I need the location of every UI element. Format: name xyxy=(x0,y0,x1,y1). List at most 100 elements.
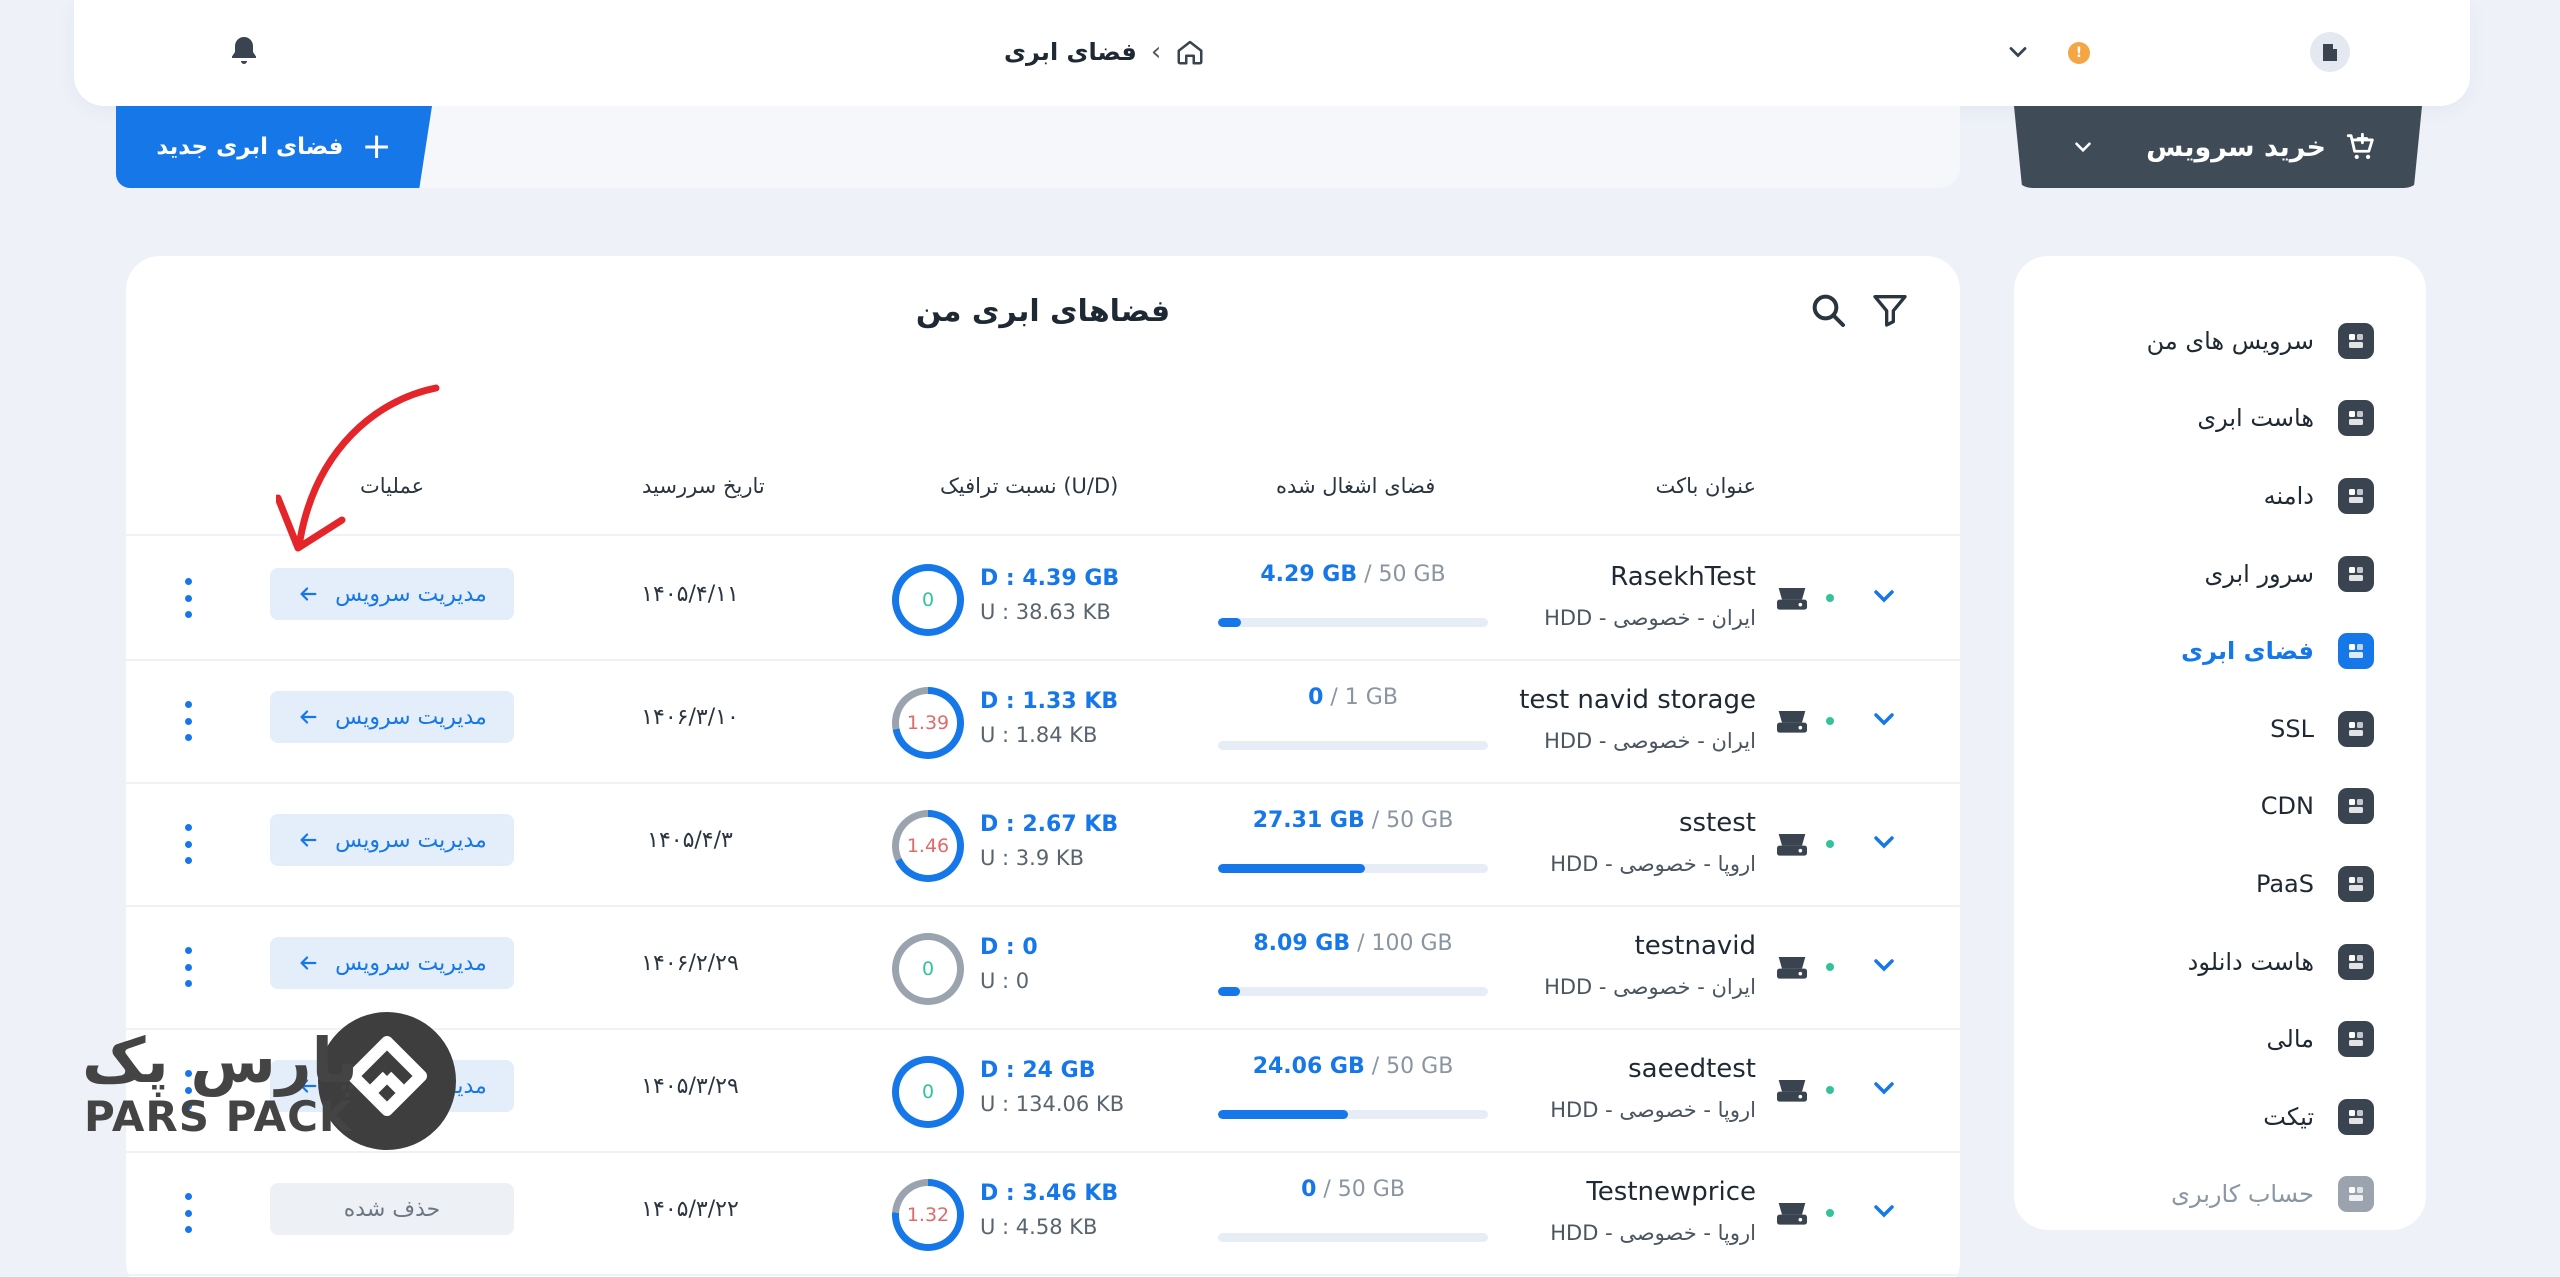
table-row: Testnewprice اروپا - خصوصی - HDD 0 / 50 GB… xyxy=(126,1153,1960,1276)
chevron-down-icon[interactable] xyxy=(1868,580,1900,612)
arrow-left-icon xyxy=(300,833,317,847)
manage-service-button[interactable]: مدیریت سرویس xyxy=(270,568,514,620)
bucket-name[interactable]: testnavid xyxy=(1635,931,1756,961)
sidebar-item-7[interactable]: CDN xyxy=(2014,768,2426,846)
bucket-name[interactable]: test navid storage xyxy=(1519,685,1756,715)
status-dot xyxy=(1826,963,1834,971)
breadcrumb-current[interactable]: فضای ابری xyxy=(1004,38,1137,66)
sidebar-item-label: سرور ابری xyxy=(2204,559,2314,588)
traffic-ratio-value: 1.32 xyxy=(899,1186,957,1244)
usage-used: 24.06 GB xyxy=(1252,1054,1365,1079)
breadcrumb: › فضای ابری xyxy=(1004,30,1205,74)
cloud-host-icon xyxy=(2338,400,2374,437)
bucket-details: اروپا - خصوصی - HDD xyxy=(1550,1221,1756,1245)
manage-service-button[interactable]: مدیریت سرویس xyxy=(270,691,514,743)
status-dot xyxy=(1826,1209,1834,1217)
usage-text: 0 / 1 GB xyxy=(1218,685,1488,710)
new-cloud-space-button[interactable]: + فضای ابری جدید xyxy=(116,106,432,188)
more-options-icon[interactable] xyxy=(180,947,196,987)
traffic-download: D : 24 GB xyxy=(980,1058,1096,1083)
sidebar-item-2[interactable]: هاست ابری xyxy=(2014,380,2426,458)
expiry-date: ۱۴۰۵/۴/۱۱ xyxy=(641,582,739,607)
expiry-date: ۱۴۰۵/۳/۲۹ xyxy=(641,1074,739,1099)
filter-icon[interactable] xyxy=(1870,290,1910,330)
server-icon xyxy=(2338,555,2374,592)
more-options-icon[interactable] xyxy=(180,824,196,864)
bucket-name[interactable]: saeedtest xyxy=(1628,1054,1756,1084)
domain-icon xyxy=(2338,477,2374,514)
more-options-icon[interactable] xyxy=(180,701,196,741)
manage-service-button[interactable]: مدیریت سرویس xyxy=(270,814,514,866)
bucket-details: ایران - خصوصی - HDD xyxy=(1544,606,1756,630)
usage-used: 0 xyxy=(1301,1177,1317,1202)
traffic-ratio-ring: 0 xyxy=(892,1056,964,1128)
usage-bar-fill xyxy=(1218,618,1242,627)
traffic-ratio-value: 1.46 xyxy=(899,817,957,875)
chevron-down-icon[interactable] xyxy=(2004,38,2032,66)
bucket-name[interactable]: RasekhTest xyxy=(1610,562,1756,592)
sidebar-item-6[interactable]: SSL xyxy=(2014,690,2426,768)
sidebar-item-12[interactable]: حساب کاربری xyxy=(2014,1156,2426,1234)
status-dot xyxy=(1826,594,1834,602)
sidebar-item-3[interactable]: دامنه xyxy=(2014,457,2426,535)
sidebar-item-10[interactable]: مالی xyxy=(2014,1000,2426,1078)
user-account-icon xyxy=(2338,1176,2374,1213)
more-options-icon[interactable] xyxy=(180,578,196,618)
sidebar-item-label: دامنه xyxy=(2263,481,2314,510)
status-dot xyxy=(1826,840,1834,848)
traffic-upload: U : 4.58 KB xyxy=(980,1215,1098,1239)
deleted-status-button: حذف شده xyxy=(270,1183,514,1235)
traffic-ratio-ring: 1.32 xyxy=(892,1179,964,1251)
top-bar: › فضای ابری ! xyxy=(74,0,2470,106)
sidebar-item-9[interactable]: هاست دانلود xyxy=(2014,923,2426,1001)
column-usage: فضای اشغال شده xyxy=(1276,474,1436,498)
annotation-arrow xyxy=(276,384,440,552)
column-traffic: نسبت ترافیک (U/D) xyxy=(940,474,1119,498)
bucket-name[interactable]: sstest xyxy=(1679,808,1756,838)
usage-used: 4.29 GB xyxy=(1260,562,1358,587)
account-area[interactable] xyxy=(2310,32,2350,72)
headset-icon xyxy=(2338,1098,2374,1135)
manage-service-label: مدیریت سرویس xyxy=(335,827,487,853)
usage-text: 4.29 GB / 50 GB xyxy=(1218,562,1488,587)
traffic-ratio-ring: 1.46 xyxy=(892,810,964,882)
sidebar-item-label: CDN xyxy=(2260,792,2314,821)
traffic-download: D : 0 xyxy=(980,935,1038,960)
more-options-icon[interactable] xyxy=(180,1193,196,1233)
traffic-ratio-ring: 1.39 xyxy=(892,687,964,759)
manage-service-label: مدیریت سرویس xyxy=(335,950,487,976)
table-row: sstest اروپا - خصوصی - HDD 27.31 GB / 50 G… xyxy=(126,784,1960,907)
breadcrumb-separator: › xyxy=(1150,37,1162,67)
storage-drive-icon xyxy=(1777,1080,1807,1102)
bucket-details: ایران - خصوصی - HDD xyxy=(1544,729,1756,753)
alert-badge[interactable]: ! xyxy=(2068,42,2090,64)
bell-icon[interactable] xyxy=(226,34,262,70)
status-dot xyxy=(1826,1086,1834,1094)
chevron-down-icon[interactable] xyxy=(1868,1072,1900,1104)
sidebar-item-8[interactable]: PaaS xyxy=(2014,845,2426,923)
sidebar-item-5[interactable]: فضای ابری xyxy=(2014,612,2426,690)
sidebar-item-11[interactable]: تیکت xyxy=(2014,1078,2426,1156)
chevron-down-icon[interactable] xyxy=(1868,1195,1900,1227)
sidebar-item-label: مالی xyxy=(2266,1025,2314,1054)
panel-title: فضاهای ابری من xyxy=(915,294,1171,329)
dashboard-icon xyxy=(2338,322,2374,359)
search-icon[interactable] xyxy=(1808,290,1848,330)
manage-service-label: مدیریت سرویس xyxy=(335,581,487,607)
sidebar-item-1[interactable]: سرویس های من xyxy=(2014,302,2426,380)
usage-bar xyxy=(1218,741,1488,750)
building-icon[interactable] xyxy=(2310,32,2350,72)
buy-service-button[interactable]: خرید سرویس xyxy=(2014,106,2422,188)
sidebar-item-4[interactable]: سرور ابری xyxy=(2014,535,2426,613)
bucket-name[interactable]: Testnewprice xyxy=(1586,1177,1756,1207)
traffic-ratio-value: 1.39 xyxy=(899,694,957,752)
home-icon[interactable] xyxy=(1175,37,1205,67)
sidebar-item-label: سرویس های من xyxy=(2146,326,2314,355)
manage-service-button[interactable]: مدیریت سرویس xyxy=(270,937,514,989)
chevron-down-icon[interactable] xyxy=(1868,826,1900,858)
usage-total: / 50 GB xyxy=(1371,808,1454,833)
usage-used: 27.31 GB xyxy=(1252,808,1365,833)
chevron-down-icon[interactable] xyxy=(1868,949,1900,981)
chevron-down-icon[interactable] xyxy=(1868,703,1900,735)
bucket-details: اروپا - خصوصی - HDD xyxy=(1550,852,1756,876)
